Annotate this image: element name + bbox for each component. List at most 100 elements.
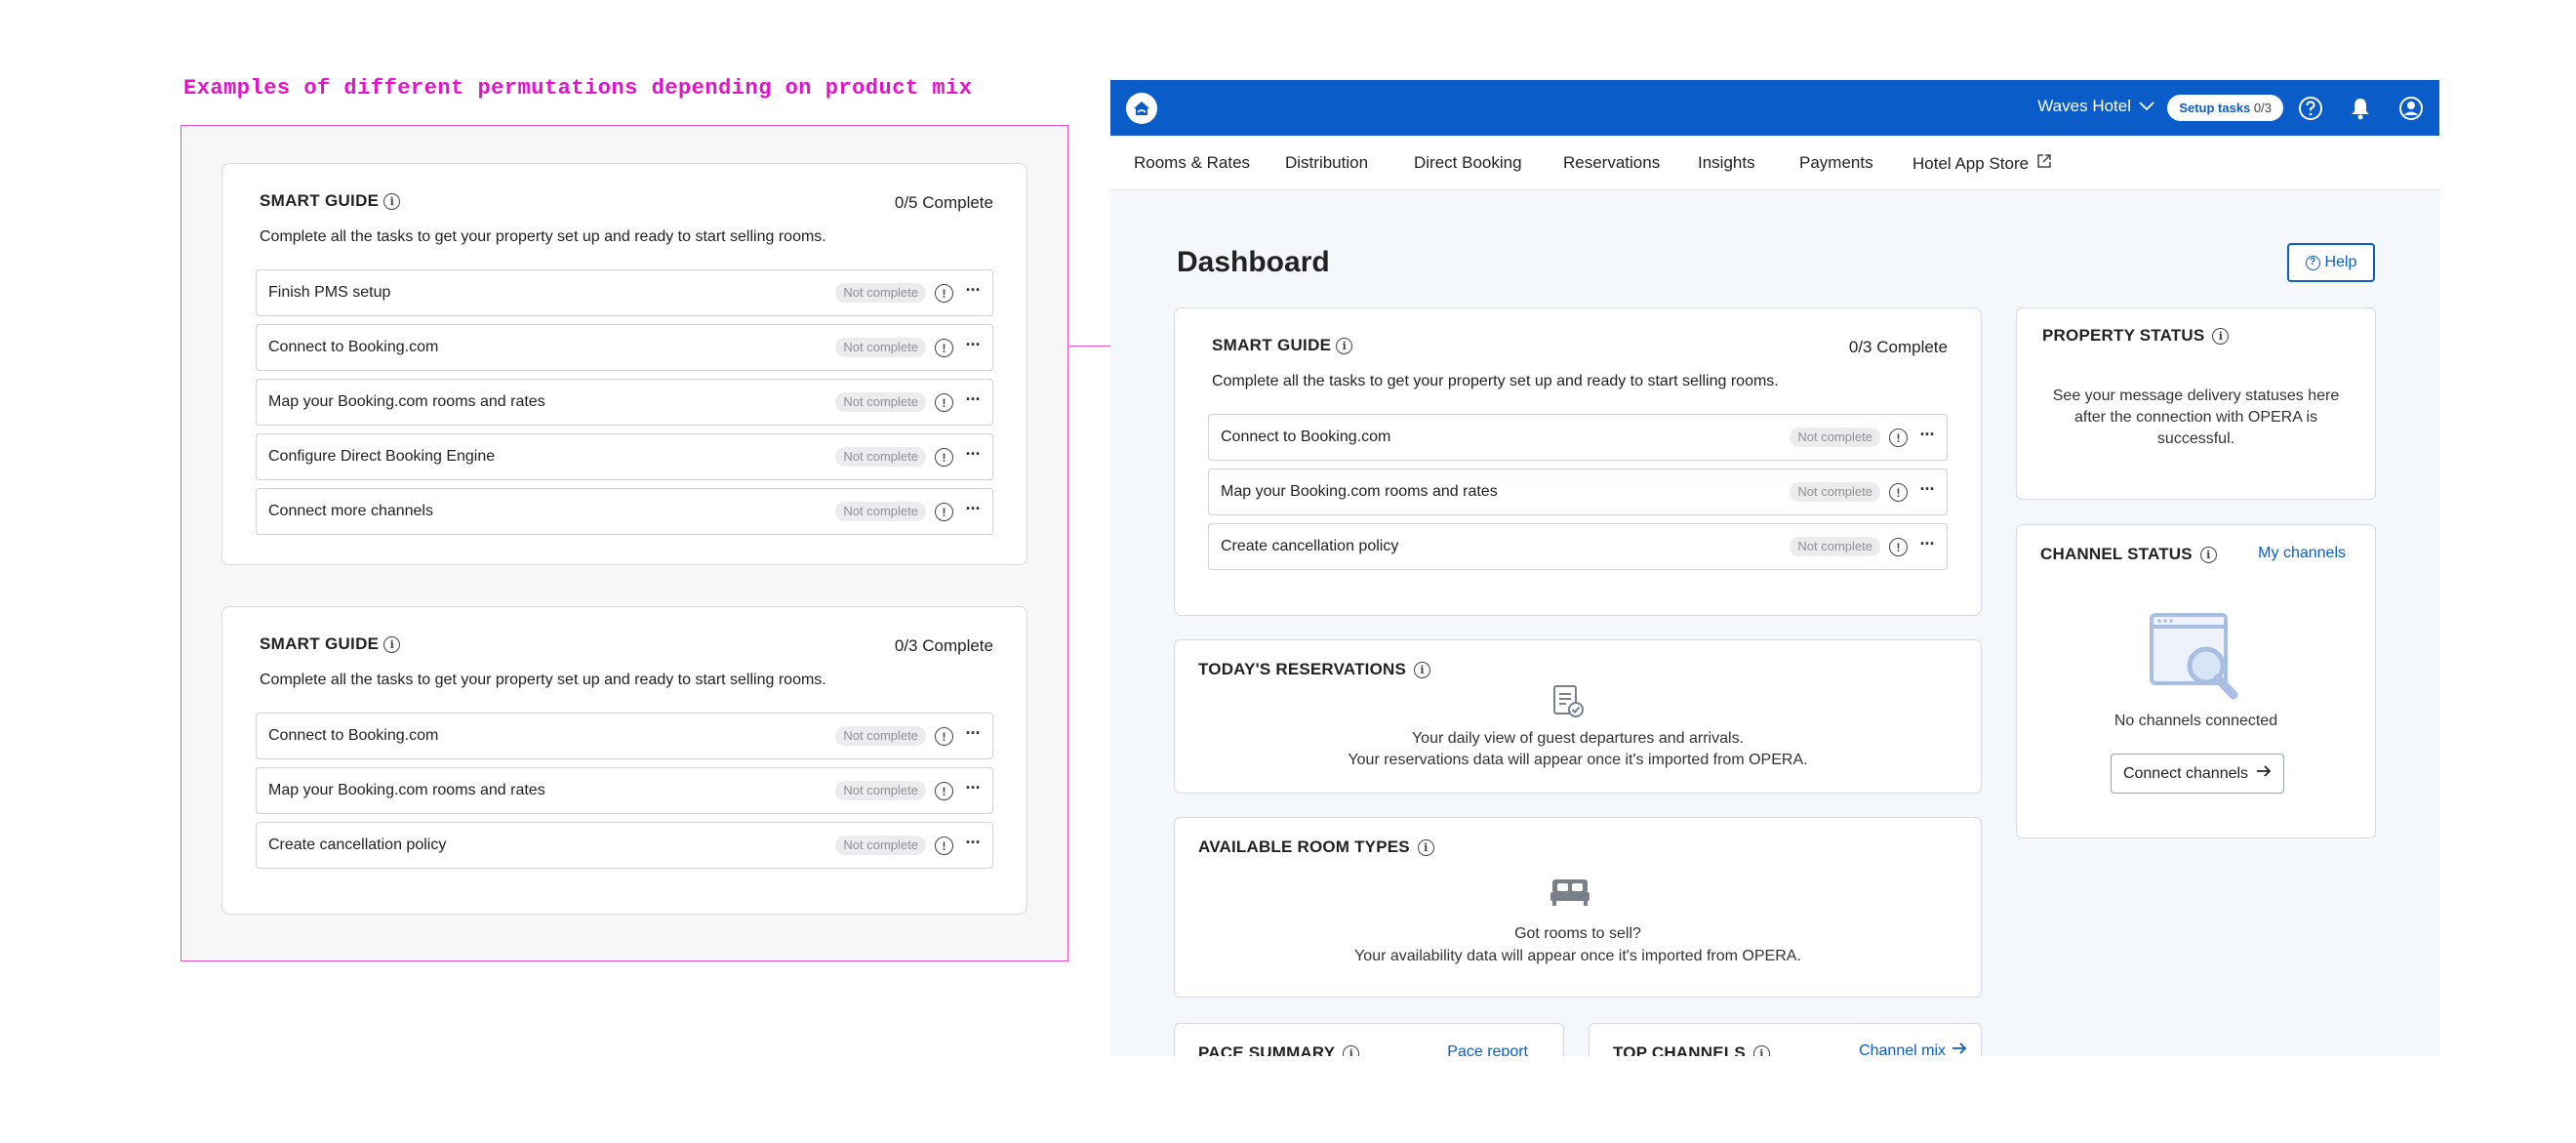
alert-icon[interactable]: ! bbox=[935, 503, 953, 521]
nav-item-label: Hotel App Store bbox=[1912, 153, 2030, 173]
info-icon[interactable]: i bbox=[1343, 1044, 1360, 1056]
task-row[interactable]: Map your Booking.com rooms and rates Not… bbox=[1208, 469, 1948, 515]
smart-guide-description: Complete all the tasks to get your prope… bbox=[1212, 373, 1779, 389]
connect-channels-button[interactable]: Connect channels bbox=[2111, 754, 2284, 794]
info-icon[interactable]: i bbox=[1752, 1044, 1770, 1056]
task-label: Finish PMS setup bbox=[268, 284, 391, 301]
info-icon[interactable]: i bbox=[2199, 546, 2217, 563]
alert-icon[interactable]: ! bbox=[1889, 483, 1908, 502]
setup-tasks-label: Setup tasks bbox=[2179, 101, 2251, 115]
more-options-icon[interactable]: ··· bbox=[961, 389, 985, 413]
alert-icon[interactable]: ! bbox=[1889, 429, 1908, 447]
user-circle-icon[interactable] bbox=[2396, 94, 2426, 123]
chevron-down-icon bbox=[2139, 97, 2154, 116]
channel-mix-link[interactable]: Channel mix bbox=[1859, 1041, 1967, 1056]
more-options-icon[interactable]: ··· bbox=[1915, 425, 1939, 448]
reservation-document-icon bbox=[1550, 683, 1586, 725]
main-navigation: Rooms & Rates Distribution Direct Bookin… bbox=[1110, 136, 2439, 190]
more-options-icon[interactable]: ··· bbox=[961, 444, 985, 468]
info-icon[interactable]: i bbox=[2212, 327, 2230, 345]
task-row[interactable]: Connect to Booking.com Not complete ! ··… bbox=[1208, 414, 1948, 461]
status-badge: Not complete bbox=[835, 781, 926, 800]
setup-tasks-button[interactable]: Setup tasks 0/3 bbox=[2167, 95, 2283, 121]
connect-channels-label: Connect channels bbox=[2122, 764, 2249, 782]
more-options-icon[interactable]: ··· bbox=[961, 335, 985, 358]
info-icon[interactable]: i bbox=[1414, 661, 1431, 678]
nav-item-direct-booking[interactable]: Direct Booking bbox=[1414, 153, 1522, 173]
more-options-icon[interactable]: ··· bbox=[961, 723, 985, 747]
help-button[interactable]: ? Help bbox=[2287, 243, 2375, 282]
task-row[interactable]: Create cancellation policy Not complete … bbox=[256, 822, 993, 869]
nav-item-reservations[interactable]: Reservations bbox=[1563, 153, 1660, 173]
alert-icon[interactable]: ! bbox=[935, 727, 953, 746]
smart-guide-description: Complete all the tasks to get your prope… bbox=[260, 228, 826, 245]
panel-title: AVAILABLE ROOM TYPES i bbox=[1198, 837, 1434, 857]
alert-icon[interactable]: ! bbox=[1889, 538, 1908, 556]
more-options-icon[interactable]: ··· bbox=[961, 280, 985, 304]
nav-item-payments[interactable]: Payments bbox=[1799, 153, 1873, 173]
status-badge: Not complete bbox=[835, 283, 926, 303]
more-options-icon[interactable]: ··· bbox=[961, 833, 985, 856]
more-options-icon[interactable]: ··· bbox=[961, 499, 985, 522]
task-label: Map your Booking.com rooms and rates bbox=[1221, 483, 1498, 500]
task-label: Connect to Booking.com bbox=[268, 727, 439, 744]
property-status-line-3: successful. bbox=[2156, 430, 2235, 447]
alert-icon[interactable]: ! bbox=[935, 393, 953, 412]
task-row[interactable]: Create cancellation policy Not complete … bbox=[1208, 523, 1948, 570]
status-badge: Not complete bbox=[835, 392, 926, 412]
status-badge: Not complete bbox=[835, 502, 926, 521]
reservations-line-1: Your daily view of guest departures and … bbox=[1411, 730, 1745, 747]
task-label: Connect to Booking.com bbox=[1221, 429, 1391, 445]
info-icon[interactable]: i bbox=[383, 635, 401, 653]
channel-status-empty-text: No channels connected bbox=[2113, 713, 2278, 729]
task-label: Create cancellation policy bbox=[1221, 538, 1399, 554]
available-room-types-panel: AVAILABLE ROOM TYPES i Got rooms to sell… bbox=[1174, 817, 1982, 998]
nav-item-distribution[interactable]: Distribution bbox=[1285, 153, 1368, 173]
task-row[interactable]: Map your Booking.com rooms and rates Not… bbox=[256, 379, 993, 426]
task-row[interactable]: Connect to Booking.com Not complete ! ··… bbox=[256, 713, 993, 759]
property-status-line-1: See your message delivery statuses here bbox=[2052, 388, 2340, 404]
task-row[interactable]: Map your Booking.com rooms and rates Not… bbox=[256, 767, 993, 814]
panel-title: PROPERTY STATUS i bbox=[2042, 326, 2230, 346]
smart-guide-title: SMART GUIDE i bbox=[260, 191, 401, 211]
home-logo-icon[interactable] bbox=[1126, 93, 1157, 124]
smart-guide-example-five: SMART GUIDE i 0/5 Complete Complete all … bbox=[221, 163, 1027, 565]
info-icon[interactable]: i bbox=[1417, 838, 1434, 856]
task-label: Map your Booking.com rooms and rates bbox=[268, 393, 545, 410]
status-badge: Not complete bbox=[1790, 428, 1880, 447]
help-icon: ? bbox=[2305, 255, 2320, 270]
alert-icon[interactable]: ! bbox=[935, 782, 953, 800]
alert-icon[interactable]: ! bbox=[935, 837, 953, 855]
panel-title: PACE SUMMARY i bbox=[1198, 1043, 1360, 1056]
status-badge: Not complete bbox=[835, 338, 926, 357]
task-row[interactable]: Connect to Booking.com Not complete ! ··… bbox=[256, 324, 993, 371]
more-options-icon[interactable]: ··· bbox=[961, 778, 985, 801]
more-options-icon[interactable]: ··· bbox=[1915, 534, 1939, 557]
task-label: Configure Direct Booking Engine bbox=[268, 448, 496, 465]
help-circle-icon[interactable] bbox=[2296, 94, 2325, 123]
info-icon[interactable]: i bbox=[383, 192, 401, 210]
more-options-icon[interactable]: ··· bbox=[1915, 479, 1939, 503]
bell-icon[interactable] bbox=[2346, 94, 2375, 123]
info-icon[interactable]: i bbox=[1336, 337, 1353, 354]
alert-icon[interactable]: ! bbox=[935, 284, 953, 303]
nav-item-rooms-rates[interactable]: Rooms & Rates bbox=[1134, 153, 1250, 173]
task-row[interactable]: Connect more channels Not complete ! ··· bbox=[256, 488, 993, 535]
task-label: Connect to Booking.com bbox=[268, 339, 439, 355]
nav-item-insights[interactable]: Insights bbox=[1698, 153, 1755, 173]
alert-icon[interactable]: ! bbox=[935, 339, 953, 357]
task-label: Create cancellation policy bbox=[268, 837, 447, 853]
alert-icon[interactable]: ! bbox=[935, 448, 953, 467]
task-row[interactable]: Configure Direct Booking Engine Not comp… bbox=[256, 433, 993, 480]
property-status-panel: PROPERTY STATUS i See your message deliv… bbox=[2016, 307, 2376, 500]
task-row[interactable]: Finish PMS setup Not complete ! ··· bbox=[256, 269, 993, 316]
page-title: Dashboard bbox=[1177, 246, 1330, 278]
pace-report-link[interactable]: Pace report bbox=[1447, 1043, 1528, 1056]
annotation-title: Examples of different permutations depen… bbox=[183, 76, 973, 101]
property-status-line-2: after the connection with OPERA is bbox=[2073, 409, 2317, 426]
my-channels-link[interactable]: My channels bbox=[2258, 545, 2346, 562]
smart-guide-title: SMART GUIDE i bbox=[260, 634, 401, 654]
status-badge: Not complete bbox=[1790, 482, 1880, 502]
nav-item-hotel-app-store[interactable]: Hotel App Store bbox=[1912, 153, 2052, 174]
hotel-selector[interactable]: Waves Hotel bbox=[2037, 97, 2154, 116]
